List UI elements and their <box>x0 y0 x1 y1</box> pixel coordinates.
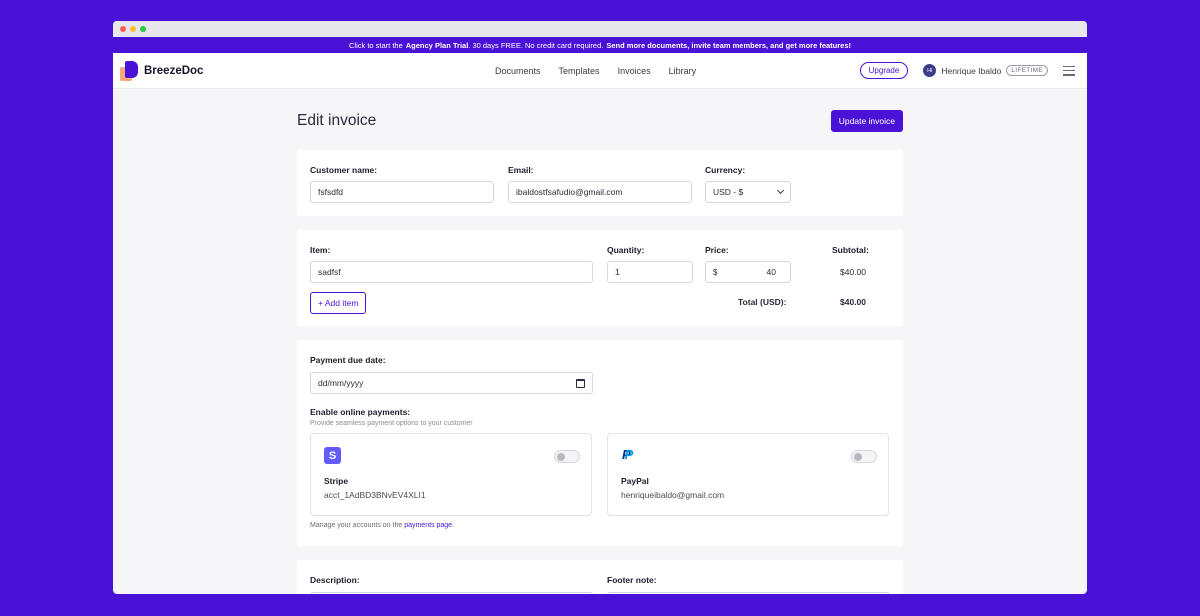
promo-prefix: Click to start the <box>348 40 403 50</box>
stripe-name: Stripe <box>324 476 349 486</box>
items-card: Item: Quantity: Price: Subtotal: $ 40 $4… <box>297 230 903 326</box>
brand-logo[interactable]: BreezeDoc <box>120 60 204 81</box>
upgrade-button[interactable]: Upgrade <box>859 62 909 79</box>
item-name-input[interactable] <box>310 261 593 283</box>
currency-label: Currency: <box>705 165 746 175</box>
window-chrome <box>113 21 1087 37</box>
paypal-name: PayPal <box>621 476 649 486</box>
page-header: Edit invoice Update invoice <box>297 109 903 133</box>
nav-link-library[interactable]: Library <box>669 66 697 76</box>
email-field[interactable] <box>508 181 692 203</box>
user-name: Henrique Ibaldo <box>941 65 1002 76</box>
due-date-label: Payment due date: <box>310 355 386 365</box>
minimize-window-dot[interactable] <box>130 26 136 32</box>
payments-note-suffix: . <box>452 522 455 529</box>
nav-link-templates[interactable]: Templates <box>559 66 600 76</box>
main-nav-links: Documents Templates Invoices Library <box>495 66 696 76</box>
currency-select[interactable]: USD - $ <box>705 181 791 203</box>
brand-name: BreezeDoc <box>144 64 204 77</box>
nav-right: Upgrade HI Henrique Ibaldo LIFETIME <box>859 62 1075 79</box>
currency-value: USD - $ <box>713 187 744 197</box>
update-invoice-button[interactable]: Update invoice <box>830 110 903 132</box>
price-value: 40 <box>766 267 776 277</box>
promo-cta: Send more documents, invite team members… <box>606 40 852 50</box>
hamburger-menu-icon[interactable] <box>1063 65 1075 76</box>
quantity-column-header: Quantity: <box>607 245 645 255</box>
subtotal-column-header: Subtotal: <box>832 245 869 255</box>
online-payments-label: Enable online payments: <box>310 407 411 417</box>
description-label: Description: <box>310 575 360 585</box>
promo-middle: . 30 days FREE. No credit card required. <box>468 40 604 50</box>
trial-promo-banner[interactable]: Click to start the Agency Plan Trial. 30… <box>113 37 1087 53</box>
row-subtotal: $40.00 <box>840 267 866 277</box>
footer-note-label: Footer note: <box>607 575 657 585</box>
stripe-option: S Stripe acct_1AdBD3BNvEV4XLI1 <box>310 433 592 516</box>
user-menu[interactable]: HI Henrique Ibaldo LIFETIME <box>923 64 1048 77</box>
plan-badge: LIFETIME <box>1006 65 1048 76</box>
stripe-toggle[interactable] <box>554 450 580 463</box>
payments-note-prefix: Manage your accounts on the <box>310 522 403 529</box>
stripe-account-id: acct_1AdBD3BNvEV4XLI1 <box>324 490 426 500</box>
customer-name-input[interactable] <box>310 181 494 203</box>
description-input[interactable] <box>310 592 593 594</box>
price-input[interactable]: $ 40 <box>705 261 791 283</box>
customer-card: Customer name: Email: Currency: USD - $ <box>297 150 903 216</box>
paypal-toggle[interactable] <box>851 450 877 463</box>
nav-link-invoices[interactable]: Invoices <box>618 66 651 76</box>
chevron-down-icon <box>776 186 785 195</box>
paypal-logo-icon: PP <box>622 447 634 462</box>
browser-window: Click to start the Agency Plan Trial. 30… <box>113 21 1087 594</box>
item-column-header: Item: <box>310 245 331 255</box>
total-label: Total (USD): <box>738 297 787 307</box>
customer-name-label: Customer name: <box>310 165 378 175</box>
nav-link-documents[interactable]: Documents <box>495 66 541 76</box>
payments-page-link[interactable]: payments page <box>404 522 452 529</box>
close-window-dot[interactable] <box>120 26 126 32</box>
maximize-window-dot[interactable] <box>140 26 146 32</box>
invoice-editor: Edit invoice Update invoice Customer nam… <box>297 109 903 594</box>
invoice-total: $40.00 <box>840 297 866 307</box>
price-currency-symbol: $ <box>713 267 718 277</box>
avatar: HI <box>923 64 937 77</box>
page-title: Edit invoice <box>297 112 377 129</box>
due-date-input[interactable]: dd/mm/yyyy <box>310 372 593 394</box>
online-payments-description: Provide seamless payment options to your… <box>310 420 473 427</box>
payments-note: Manage your accounts on the payments pag… <box>310 522 454 529</box>
paypal-option: PP PayPal henriqueibaldo@gmail.com <box>607 433 889 516</box>
calendar-icon[interactable] <box>576 379 585 388</box>
due-date-placeholder: dd/mm/yyyy <box>318 378 364 388</box>
add-item-button[interactable]: + Add item <box>310 292 367 314</box>
price-column-header: Price: <box>705 245 729 255</box>
breezedoc-logo-icon <box>120 60 138 81</box>
payment-card: Payment due date: dd/mm/yyyy Enable onli… <box>297 340 903 546</box>
paypal-account-email: henriqueibaldo@gmail.com <box>621 490 725 500</box>
top-navigation: BreezeDoc Documents Templates Invoices L… <box>113 53 1087 89</box>
notes-card: Description: Footer note: <box>297 560 903 594</box>
quantity-input[interactable] <box>607 261 693 283</box>
stripe-logo-icon: S <box>324 447 341 464</box>
promo-plan: Agency Plan Trial <box>405 40 469 50</box>
email-label: Email: <box>508 165 534 175</box>
footer-note-input[interactable] <box>607 592 890 594</box>
